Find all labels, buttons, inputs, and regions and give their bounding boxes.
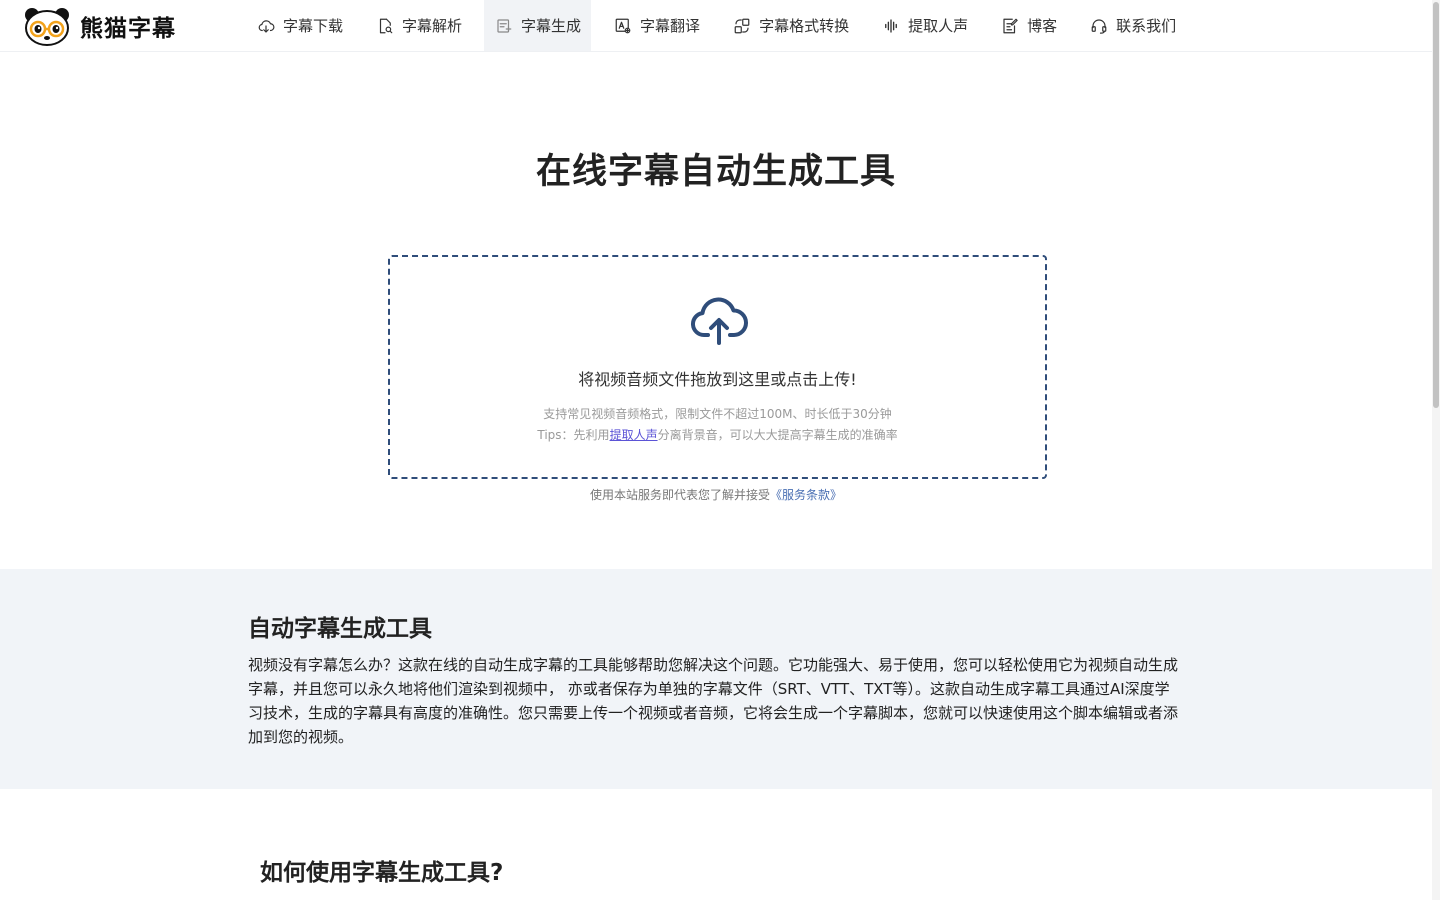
cloud-download-icon: [256, 16, 276, 36]
nav-item-format-convert[interactable]: 字幕格式转换: [722, 0, 859, 51]
nav-item-label: 字幕生成: [521, 17, 582, 35]
howto-title: 如何使用字幕生成工具?: [260, 860, 504, 886]
nav-item-label: 字幕解析: [402, 17, 463, 35]
nav-item-label: 博客: [1027, 17, 1058, 35]
intro-title: 自动字幕生成工具: [248, 616, 432, 642]
site-logo[interactable]: 熊猫字幕: [22, 5, 176, 47]
tips-prefix: Tips：先利用: [537, 428, 610, 442]
nav-item-label: 提取人声: [908, 17, 969, 35]
nav-item-blog[interactable]: 博客: [990, 0, 1067, 51]
terms-of-service-link[interactable]: 《服务条款》: [770, 488, 842, 502]
upload-instruction: 将视频音频文件拖放到这里或点击上传!: [578, 370, 857, 389]
translate-icon: [613, 16, 633, 36]
nav-item-label: 联系我们: [1116, 17, 1177, 35]
scrollbar-thumb[interactable]: [1433, 2, 1439, 408]
nav-item-subtitle-generate[interactable]: 字幕生成: [484, 0, 592, 51]
nav-item-subtitle-download[interactable]: 字幕下载: [246, 0, 353, 51]
upload-tips: Tips：先利用提取人声分离背景音，可以大大提高字幕生成的准确率: [390, 426, 1045, 443]
nav-item-subtitle-translate[interactable]: 字幕翻译: [603, 0, 710, 51]
format-convert-icon: [732, 16, 752, 36]
nav-item-contact[interactable]: 联系我们: [1079, 0, 1186, 51]
brand-name: 熊猫字幕: [80, 16, 176, 42]
audio-wave-icon: [881, 16, 901, 36]
site-header: 熊猫字幕 字幕下载 字幕解析 字幕生成 字幕翻译 字幕格式转换 提取人声 博客 …: [0, 0, 1432, 52]
page-scrollbar[interactable]: [1432, 0, 1440, 900]
terms-notice: 使用本站服务即代表您了解并接受《服务条款》: [0, 486, 1432, 503]
upload-limits: 支持常见视频音频格式，限制文件不超过100M、时长低于30分钟: [543, 407, 892, 421]
terms-prefix: 使用本站服务即代表您了解并接受: [589, 488, 770, 502]
subtitle-generate-icon: [494, 16, 514, 36]
headset-icon: [1089, 16, 1109, 36]
tips-suffix: 分离背景音，可以大大提高字幕生成的准确率: [657, 428, 898, 442]
blog-edit-icon: [1000, 16, 1020, 36]
nav-item-label: 字幕下载: [283, 17, 344, 35]
intro-section: 自动字幕生成工具 视频没有字幕怎么办？这款在线的自动生成字幕的工具能够帮助您解决…: [0, 569, 1432, 789]
page-title: 在线字幕自动生成工具: [535, 152, 896, 192]
main-nav: 字幕下载 字幕解析 字幕生成 字幕翻译 字幕格式转换 提取人声 博客 联系我们: [246, 0, 1198, 51]
intro-body: 视频没有字幕怎么办？这款在线的自动生成字幕的工具能够帮助您解决这个问题。它功能强…: [248, 656, 1179, 746]
nav-item-extract-vocals[interactable]: 提取人声: [871, 0, 978, 51]
file-search-icon: [375, 16, 395, 36]
nav-item-label: 字幕翻译: [640, 17, 701, 35]
extract-vocals-link[interactable]: 提取人声: [610, 428, 658, 442]
cloud-upload-icon: [690, 295, 748, 351]
panda-logo-icon: [25, 8, 69, 46]
nav-item-subtitle-parse[interactable]: 字幕解析: [365, 0, 472, 51]
upload-dropzone[interactable]: 将视频音频文件拖放到这里或点击上传! 支持常见视频音频格式，限制文件不超过100…: [388, 255, 1047, 479]
nav-item-label: 字幕格式转换: [759, 17, 850, 35]
